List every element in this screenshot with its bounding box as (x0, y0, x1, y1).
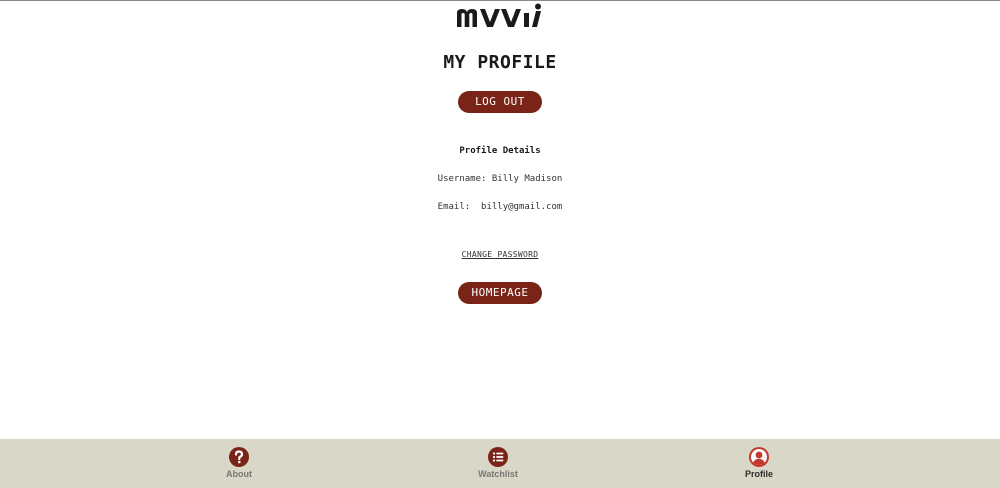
email-value: billy@gmail.com (481, 202, 563, 212)
bottom-nav: About Watchlist Profile (0, 439, 1000, 488)
top-border (0, 0, 1000, 1)
nav-label-about: About (226, 469, 252, 479)
change-password-link[interactable]: CHANGE PASSWORD (462, 250, 539, 259)
nav-item-about[interactable]: About (179, 439, 299, 488)
username-label: Username: (437, 174, 487, 184)
page-title: MY PROFILE (443, 52, 557, 73)
email-row: Email: billy@gmail.com (0, 202, 1000, 212)
user-circle-icon (749, 447, 769, 467)
nav-label-profile: Profile (744, 469, 773, 479)
nav-item-profile[interactable]: Profile (699, 439, 819, 488)
username-value: Billy Madison (491, 174, 563, 184)
profile-details-heading: Profile Details (459, 146, 541, 156)
list-circle-icon (488, 447, 508, 467)
question-circle-icon (229, 447, 249, 467)
mvvi-logo[interactable] (455, 3, 545, 29)
username-row: Username: Billy Madison (0, 174, 1000, 184)
nav-item-watchlist[interactable]: Watchlist (438, 439, 558, 488)
logout-button[interactable]: LOG OUT (458, 91, 542, 113)
change-password-container: CHANGE PASSWORD (0, 250, 1000, 259)
nav-label-watchlist: Watchlist (478, 469, 518, 479)
email-label: Email: (437, 202, 471, 212)
homepage-button[interactable]: HOMEPAGE (458, 282, 542, 304)
